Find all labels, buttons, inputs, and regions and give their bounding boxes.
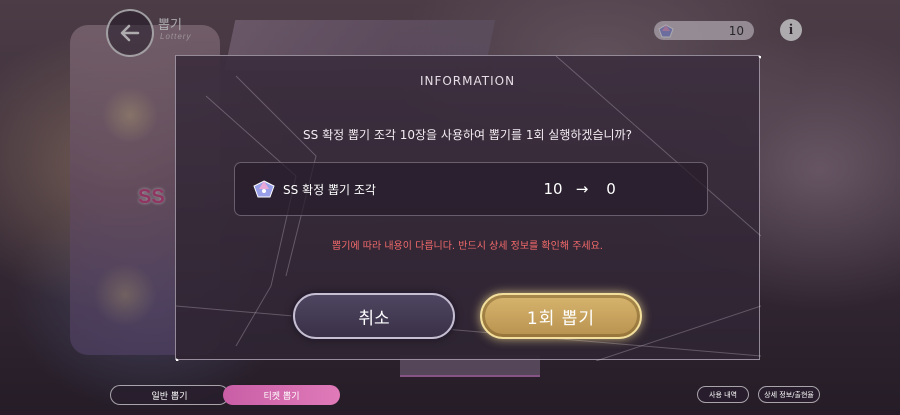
- details-rates-button[interactable]: 상세 정보/출현율: [758, 386, 820, 403]
- confirm-dialog: INFORMATION SS 확정 뽑기 조각 10장을 사용하여 뽑기를 1회…: [175, 55, 761, 361]
- usage-history-button[interactable]: 사용 내역: [697, 386, 749, 403]
- arrow-right-icon: →: [575, 180, 589, 198]
- tab-normal-draw[interactable]: 일반 뽑기: [110, 385, 229, 405]
- dialog-title: INFORMATION: [419, 74, 516, 88]
- cancel-button[interactable]: 취소: [293, 293, 455, 339]
- draw-once-button[interactable]: 1회 뽑기: [480, 293, 642, 339]
- item-name: SS 확정 뽑기 조각: [283, 182, 376, 197]
- piece-gem-icon: [253, 180, 275, 198]
- item-count-before: 10: [543, 180, 563, 198]
- warning-text: 뽑기에 따라 내용이 다릅니다. 반드시 상세 정보를 확인해 주세요.: [332, 241, 603, 252]
- item-change-box: SS 확정 뽑기 조각 10 → 0: [234, 162, 708, 216]
- dialog-question: SS 확정 뽑기 조각 10장을 사용하여 뽑기를 1회 실행하겠습니까?: [303, 128, 632, 142]
- draw-type-tabs: 일반 뽑기 티켓 뽑기: [110, 385, 340, 405]
- item-count-after: 0: [606, 180, 616, 198]
- tab-ticket-draw[interactable]: 티켓 뽑기: [223, 385, 340, 405]
